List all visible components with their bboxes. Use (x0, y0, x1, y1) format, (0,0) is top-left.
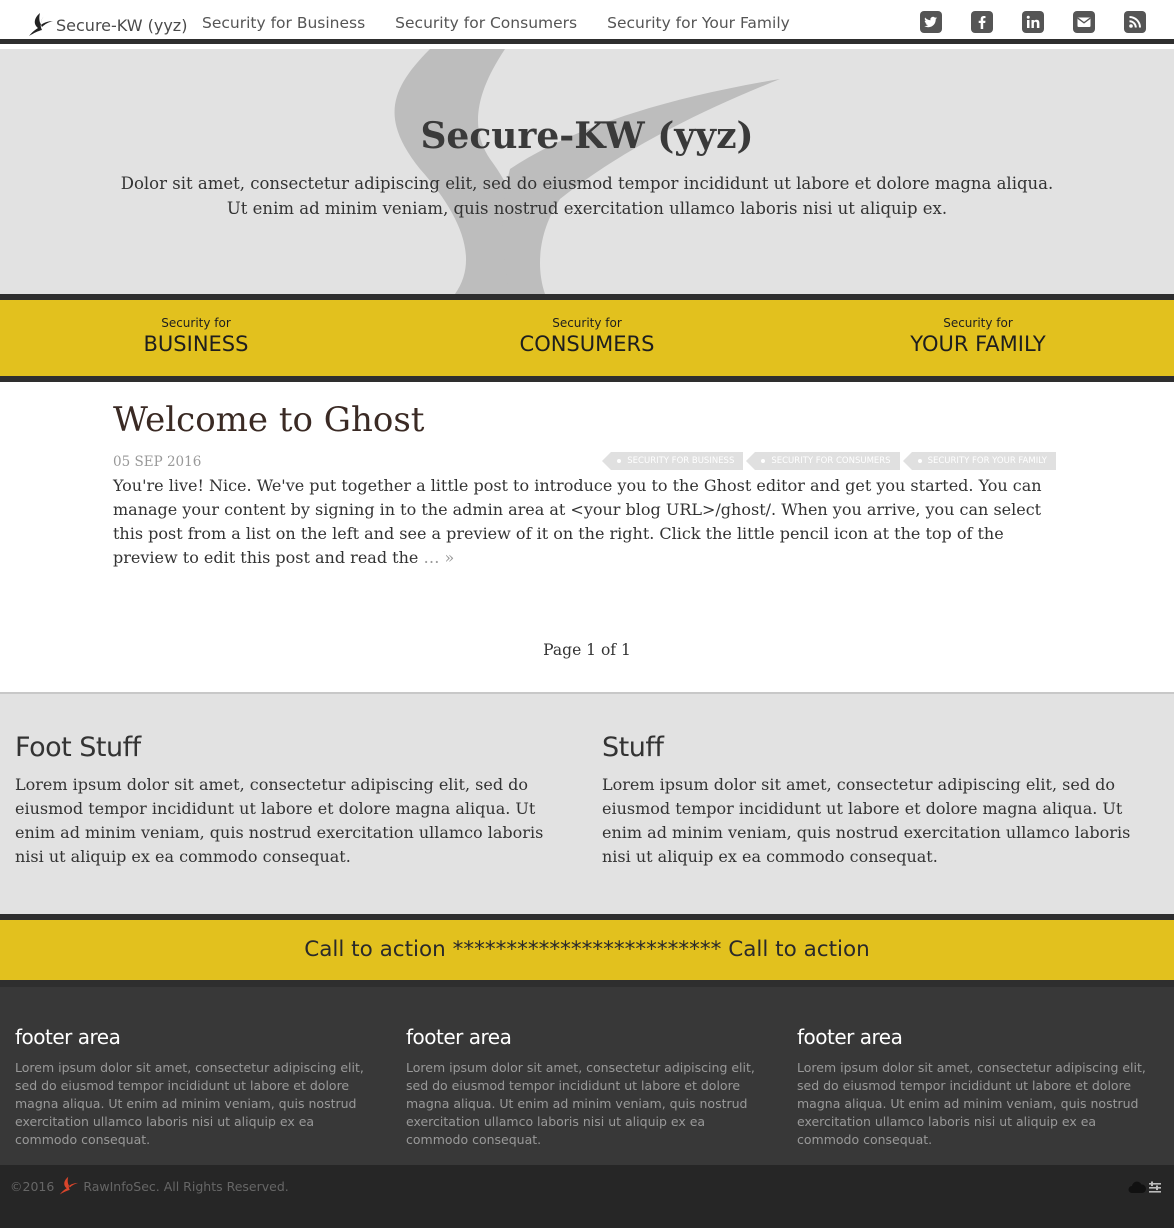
foot-stuff-section: Foot Stuff Lorem ipsum dolor sit amet, c… (0, 692, 1174, 914)
brand-name: Secure-KW (yyz) (56, 15, 188, 35)
copyright-bar: ©2016 RawInfoSec. All Rights Reserved. (0, 1165, 1174, 1228)
footer-area-section: footer area Lorem ipsum dolor sit amet, … (0, 987, 1174, 1165)
brand-link[interactable]: Secure-KW (yyz) (28, 10, 187, 40)
copyright-notice: ©2016 RawInfoSec. All Rights Reserved. (10, 1176, 289, 1196)
footer-area-column-3: footer area Lorem ipsum dolor sit amet, … (797, 1025, 1161, 1149)
hero-subtitle-line-1: Dolor sit amet, consectetur adipiscing e… (120, 174, 1054, 193)
category-business-label: BUSINESS (143, 332, 249, 356)
facebook-icon[interactable] (971, 11, 993, 33)
nav-link-consumers[interactable]: Security for Consumers (395, 14, 577, 32)
brand-logo-icon (29, 13, 53, 36)
footer-area-text-3: Lorem ipsum dolor sit amet, consectetur … (797, 1060, 1146, 1147)
post-tags: SECURITY FOR BUSINESS SECURITY FOR CONSU… (599, 452, 1056, 470)
category-consumers-link[interactable]: Security for CONSUMERS (437, 316, 737, 358)
tag-security-consumers[interactable]: SECURITY FOR CONSUMERS (746, 452, 900, 470)
post-date: 05 SEP 2016 (113, 454, 202, 470)
copyright-year: ©2016 (10, 1178, 55, 1194)
foot-stuff-heading-1: Foot Stuff (15, 732, 141, 763)
footer-area-heading-1: footer area (15, 1025, 121, 1049)
category-business-small: Security for (161, 316, 231, 330)
call-to-action-link[interactable]: Call to action *************************… (0, 920, 1174, 980)
main-nav-links: Security for Business Security for Consu… (202, 14, 820, 32)
nav-link-family[interactable]: Security for Your Family (607, 14, 790, 32)
foot-stuff-heading-2: Stuff (602, 732, 664, 763)
footer-area-column-1: footer area Lorem ipsum dolor sit amet, … (15, 1025, 379, 1149)
hero-subtitle: Dolor sit amet, consectetur adipiscing e… (100, 171, 1074, 221)
foot-stuff-text-1: Lorem ipsum dolor sit amet, consectetur … (15, 775, 544, 866)
top-navigation-bar: Secure-KW (yyz) Security for Business Se… (0, 0, 1174, 44)
company-logo-icon (60, 1176, 79, 1195)
read-more-link[interactable]: … » (423, 548, 454, 567)
category-bottom-divider (0, 376, 1174, 382)
post-title[interactable]: Welcome to Ghost (113, 400, 424, 440)
footer-area-heading-3: footer area (797, 1025, 903, 1049)
footer-area-column-2: footer area Lorem ipsum dolor sit amet, … (406, 1025, 770, 1149)
cta-bottom-divider (0, 980, 1174, 987)
hero-title: Secure-KW (yyz) (420, 115, 754, 157)
hero-subtitle-line-2: Ut enim ad minim veniam, quis nostrud ex… (226, 199, 948, 218)
corner-icons (1128, 1180, 1162, 1194)
hero-banner: Secure-KW (yyz) Dolor sit amet, consecte… (0, 49, 1174, 294)
pagination-status: Page 1 of 1 (543, 641, 631, 659)
twitter-icon[interactable] (920, 11, 942, 33)
post-excerpt: You're live! Nice. We've put together a … (113, 474, 1058, 570)
footer-area-text-2: Lorem ipsum dolor sit amet, consectetur … (406, 1060, 755, 1147)
rss-icon[interactable] (1124, 11, 1146, 33)
category-consumers-label: CONSUMERS (519, 332, 655, 356)
category-family-small: Security for (943, 316, 1013, 330)
foot-stuff-text-2: Lorem ipsum dolor sit amet, consectetur … (602, 775, 1131, 866)
social-links (891, 11, 1146, 33)
category-family-link[interactable]: Security for YOUR FAMILY (828, 316, 1128, 358)
footer-area-heading-2: footer area (406, 1025, 512, 1049)
category-consumers-small: Security for (552, 316, 622, 330)
post-excerpt-text: You're live! Nice. We've put together a … (113, 476, 1042, 567)
tag-security-family[interactable]: SECURITY FOR YOUR FAMILY (902, 452, 1056, 470)
tag-security-business[interactable]: SECURITY FOR BUSINESS (602, 452, 744, 470)
email-icon[interactable] (1073, 11, 1095, 33)
linkedin-icon[interactable] (1022, 11, 1044, 33)
footer-area-text-1: Lorem ipsum dolor sit amet, consectetur … (15, 1060, 364, 1147)
foot-stuff-column-1: Foot Stuff Lorem ipsum dolor sit amet, c… (15, 732, 575, 869)
settings-sliders-icon[interactable] (1148, 1180, 1162, 1194)
category-business-link[interactable]: Security for BUSINESS (46, 316, 346, 358)
cloud-icon[interactable] (1128, 1180, 1146, 1194)
foot-stuff-column-2: Stuff Lorem ipsum dolor sit amet, consec… (602, 732, 1162, 869)
category-family-label: YOUR FAMILY (910, 332, 1046, 356)
company-rights: RawInfoSec. All Rights Reserved. (83, 1178, 289, 1194)
nav-link-business[interactable]: Security for Business (202, 14, 365, 32)
